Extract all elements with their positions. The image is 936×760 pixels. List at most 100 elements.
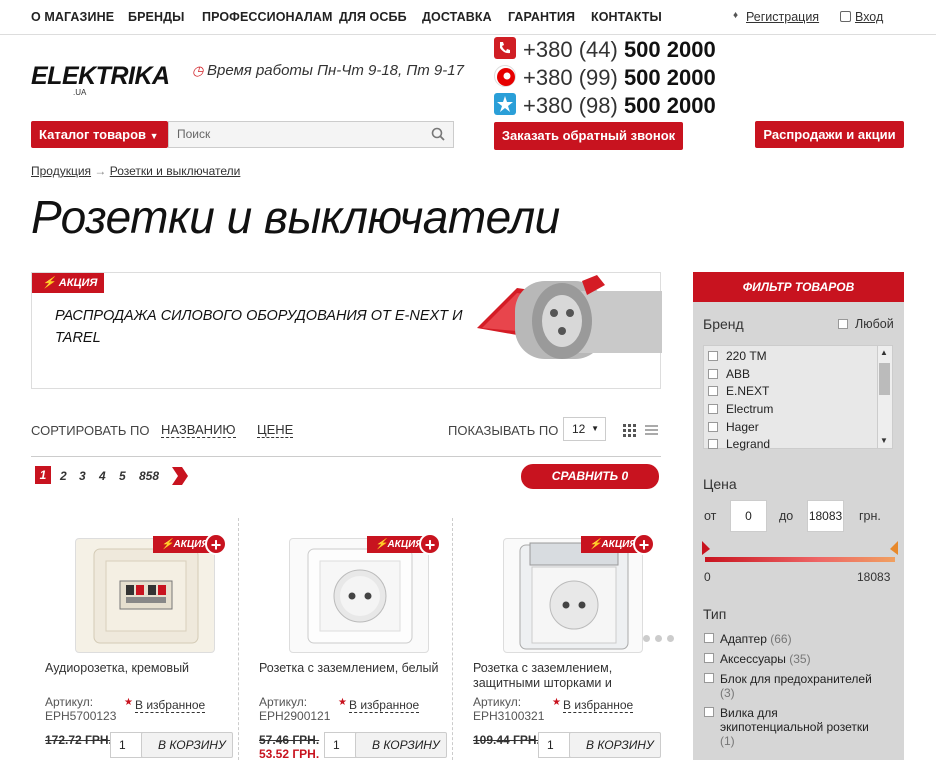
type-label: Тип xyxy=(703,606,727,622)
brand-item[interactable]: 220 ТМ xyxy=(726,349,767,363)
product-badge-label: АКЦИЯ xyxy=(601,539,637,550)
type-item[interactable]: Вилка для экипотенциальной розетки (1) xyxy=(720,706,880,748)
add-to-cart-button[interactable]: В КОРЗИНУ xyxy=(141,732,233,758)
add-to-cart-button[interactable]: В КОРЗИНУ xyxy=(569,732,661,758)
divider xyxy=(31,456,661,457)
product-card[interactable]: ⚡АКЦИЯ + Аудиорозетка, кремовый Артикул:… xyxy=(45,518,252,760)
brand-checkbox[interactable] xyxy=(708,422,718,432)
caret-down-icon: ▼ xyxy=(149,131,159,141)
per-page-select[interactable]: 12 ▼ xyxy=(563,417,606,441)
plus-icon[interactable]: + xyxy=(419,533,441,555)
breadcrumb-home[interactable]: Продукция xyxy=(31,164,91,178)
scrollbar-thumb[interactable] xyxy=(879,363,890,395)
phone-1[interactable]: +380 (44) 500 2000 xyxy=(523,37,716,63)
brand-checkbox[interactable] xyxy=(708,369,718,379)
type-item[interactable]: Аксессуары (35) xyxy=(720,652,811,666)
login-link[interactable]: Вход xyxy=(855,10,883,24)
star-icon: ★ xyxy=(124,697,133,708)
product-name[interactable]: Розетка с заземлением, защитными шторкам… xyxy=(473,661,673,691)
type-name: Аксессуары xyxy=(720,652,786,666)
page-link[interactable]: 858 xyxy=(139,469,159,483)
type-checkbox[interactable] xyxy=(704,653,714,663)
brand-item[interactable]: Hager xyxy=(726,420,759,434)
price-slider[interactable] xyxy=(705,557,895,562)
callback-button[interactable]: Заказать обратный звонок xyxy=(494,122,683,150)
product-name[interactable]: Розетка с заземлением, белый xyxy=(259,661,459,676)
phone-3[interactable]: +380 (98) 500 2000 xyxy=(523,93,716,119)
site-logo[interactable]: ELEKTRIKA .UA xyxy=(31,62,170,102)
add-to-favorites[interactable]: В избранное xyxy=(349,698,420,713)
search-input[interactable]: Поиск xyxy=(168,121,454,148)
banner-text[interactable]: РАСПРОДАЖА СИЛОВОГО ОБОРУДОВАНИЯ ОТ E-NE… xyxy=(55,305,465,349)
nav-about[interactable]: О МАГАЗИНЕ xyxy=(31,10,114,24)
vodafone-icon xyxy=(494,65,516,87)
list-view-icon[interactable] xyxy=(645,424,658,437)
product-badge-label: АКЦИЯ xyxy=(173,539,209,550)
filter-title: ФИЛЬТР ТОВАРОВ xyxy=(693,272,904,302)
add-to-cart-button[interactable]: В КОРЗИНУ xyxy=(355,732,447,758)
sku-label: Артикул: xyxy=(473,695,522,709)
plus-icon[interactable]: + xyxy=(205,533,227,555)
brand-item[interactable]: Legrand xyxy=(726,437,770,451)
sales-button[interactable]: Распродажи и акции xyxy=(755,121,904,148)
register-link[interactable]: Регистрация xyxy=(746,10,819,24)
nav-osbb[interactable]: ДЛЯ ОСББ xyxy=(339,10,407,24)
brand-item[interactable]: Electrum xyxy=(726,402,773,416)
product-card[interactable]: ⚡АКЦИЯ + Розетка с заземлением, белый Ар… xyxy=(259,518,466,760)
type-checkbox[interactable] xyxy=(704,673,714,683)
product-card[interactable]: ⚡АКЦИЯ + Розетка с заземлением, защитным… xyxy=(473,518,680,760)
brand-checkbox[interactable] xyxy=(708,439,718,449)
page-current: 1 xyxy=(35,466,51,484)
product-promo-badge: ⚡АКЦИЯ xyxy=(581,536,639,553)
nav-brands[interactable]: БРЕНДЫ xyxy=(128,10,184,24)
page-link[interactable]: 2 xyxy=(60,469,67,483)
product-name[interactable]: Аудиорозетка, кремовый xyxy=(45,661,245,676)
product-image[interactable] xyxy=(289,538,429,653)
search-icon[interactable] xyxy=(431,127,445,141)
price-from-input[interactable]: 0 xyxy=(730,500,767,532)
page-link[interactable]: 3 xyxy=(79,469,86,483)
compare-button[interactable]: СРАВНИТЬ 0 ТОВАРОВ xyxy=(521,464,659,508)
slider-handle-max[interactable] xyxy=(890,541,898,560)
brand-scrollbar[interactable] xyxy=(877,346,892,448)
brand-checkbox[interactable] xyxy=(708,404,718,414)
nav-warranty[interactable]: ГАРАНТИЯ xyxy=(508,10,575,24)
brand-item[interactable]: ABB xyxy=(726,367,750,381)
nav-delivery[interactable]: ДОСТАВКА xyxy=(422,10,492,24)
brand-checkbox[interactable] xyxy=(708,386,718,396)
slider-handle-min[interactable] xyxy=(702,541,710,560)
price-to-label: до xyxy=(779,509,794,523)
catalog-button[interactable]: Каталог товаров ▼ xyxy=(31,121,168,148)
plus-icon[interactable]: + xyxy=(633,533,655,555)
phone-3-op: (98) xyxy=(578,93,618,118)
price-from-label: от xyxy=(704,509,717,523)
page-link[interactable]: 5 xyxy=(119,469,126,483)
phone-2[interactable]: +380 (99) 500 2000 xyxy=(523,65,716,91)
grid-view-icon[interactable] xyxy=(623,424,636,437)
product-image[interactable] xyxy=(503,538,643,653)
next-page-icon[interactable] xyxy=(172,467,188,490)
any-brand-checkbox[interactable] xyxy=(838,319,848,329)
sort-by-name[interactable]: НАЗВАНИЮ xyxy=(161,423,236,438)
add-to-favorites[interactable]: В избранное xyxy=(135,698,206,713)
brand-checkbox[interactable] xyxy=(708,351,718,361)
sku-value: EPH3100321 xyxy=(473,709,545,723)
type-checkbox[interactable] xyxy=(704,707,714,717)
type-item[interactable]: Адаптер (66) xyxy=(720,632,792,646)
hours-text: Время работы Пн-Чт 9-18, Пт 9-17 xyxy=(206,62,464,79)
product-image[interactable] xyxy=(75,538,215,653)
phone-2-code: +380 xyxy=(523,65,573,90)
scroll-up-icon[interactable]: ▲ xyxy=(880,348,888,357)
page-link[interactable]: 4 xyxy=(99,469,106,483)
nav-contacts[interactable]: КОНТАКТЫ xyxy=(591,10,662,24)
type-checkbox[interactable] xyxy=(704,633,714,643)
type-item[interactable]: Блок для предохранителей (3) xyxy=(720,672,880,700)
sort-by-price[interactable]: ЦЕНЕ xyxy=(257,423,294,438)
nav-professionals[interactable]: ПРОФЕССИОНАЛАМ xyxy=(202,10,332,24)
add-to-favorites[interactable]: В избранное xyxy=(563,698,634,713)
brand-item[interactable]: E.NEXT xyxy=(726,384,769,398)
price-to-input[interactable]: 18083 xyxy=(807,500,844,532)
breadcrumb-current[interactable]: Розетки и выключатели xyxy=(110,164,241,178)
phone-1-code: +380 xyxy=(523,37,573,62)
scroll-down-icon[interactable]: ▼ xyxy=(880,436,888,445)
